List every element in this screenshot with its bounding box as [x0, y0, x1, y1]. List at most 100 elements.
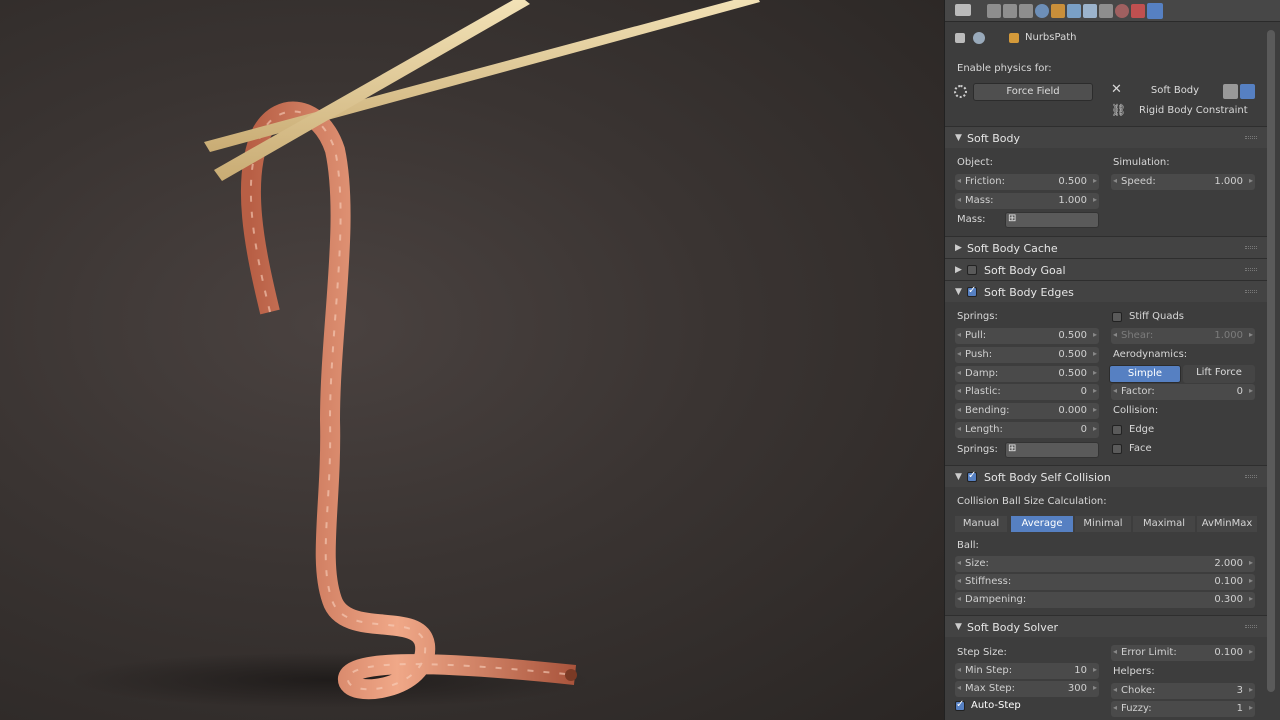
expand-triangle-icon: ▶: [955, 265, 962, 275]
edge-collision-label: Edge: [1129, 424, 1155, 435]
mode-maximal[interactable]: Maximal: [1133, 516, 1195, 532]
drag-grip-icon[interactable]: [1245, 625, 1257, 628]
error-limit-field[interactable]: ◂ Error Limit: 0.100 ▸: [1111, 645, 1255, 661]
mass-vertex-group-field[interactable]: [1005, 212, 1099, 228]
section-title: Soft Body Self Collision: [984, 471, 1111, 484]
section-soft-body[interactable]: ▼ Soft Body: [945, 126, 1267, 148]
curve-object-icon: [1009, 33, 1019, 43]
section-soft-body-edges[interactable]: ▼ Soft Body Edges: [945, 280, 1267, 302]
section-soft-body-goal[interactable]: ▶ Soft Body Goal: [945, 258, 1267, 280]
rigid-body-constraint-button[interactable]: Rigid Body Constraint: [1139, 105, 1248, 117]
drag-grip-icon[interactable]: [1245, 290, 1257, 293]
render-toggle-icon[interactable]: [1223, 84, 1238, 99]
simple-aero-button[interactable]: Simple: [1109, 365, 1181, 383]
lift-force-button[interactable]: Lift Force: [1183, 365, 1255, 383]
link-icon: ⛓: [1111, 103, 1127, 117]
face-collision-label: Face: [1129, 443, 1152, 454]
speed-field[interactable]: ◂ Speed: 1.000 ▸: [1111, 174, 1255, 190]
collision-label: Collision:: [1113, 405, 1159, 416]
section-soft-body-solver[interactable]: ▼ Soft Body Solver: [945, 615, 1267, 637]
mode-average[interactable]: Average: [1011, 516, 1073, 532]
force-field-icon: [954, 85, 967, 98]
aerodynamics-label: Aerodynamics:: [1113, 349, 1188, 360]
drag-grip-icon[interactable]: [1245, 475, 1257, 478]
vertex-group-icon: ⊞: [1008, 213, 1017, 224]
properties-panel: NurbsPath Enable physics for: Force Fiel…: [944, 0, 1280, 720]
texture-tab-icon[interactable]: [1131, 4, 1145, 18]
eye-icon[interactable]: [1240, 84, 1255, 99]
goal-checkbox[interactable]: [967, 265, 977, 275]
max-step-field[interactable]: ◂ Max Step: 300 ▸: [955, 681, 1099, 697]
damp-field[interactable]: ◂ Damp: 0.500 ▸: [955, 366, 1099, 382]
edge-collision-checkbox[interactable]: [1112, 425, 1122, 435]
plastic-field[interactable]: ◂ Plastic: 0 ▸: [955, 384, 1099, 400]
3d-viewport[interactable]: [0, 0, 944, 720]
render-tab-icon[interactable]: [987, 4, 1001, 18]
object-name: NurbsPath: [1025, 32, 1077, 43]
force-field-button[interactable]: Force Field: [973, 83, 1093, 101]
bending-field[interactable]: ◂ Bending: 0.000 ▸: [955, 403, 1099, 419]
stiff-quads-label: Stiff Quads: [1129, 311, 1185, 322]
remove-soft-body-icon[interactable]: ✕: [1111, 83, 1122, 96]
collapse-triangle-icon: ▼: [955, 622, 962, 632]
ball-dampening-field[interactable]: ◂ Dampening: 0.300 ▸: [955, 592, 1255, 608]
panel-scrollbar[interactable]: [1267, 30, 1275, 692]
collapse-triangle-icon: ▼: [955, 472, 962, 482]
mode-manual[interactable]: Manual: [955, 516, 1007, 532]
section-title: Soft Body Solver: [967, 621, 1059, 634]
drag-grip-icon[interactable]: [1245, 246, 1257, 249]
section-title: Soft Body: [967, 132, 1020, 145]
data-tab-icon[interactable]: [1099, 4, 1113, 18]
factor-field[interactable]: ◂ Factor: 0 ▸: [1111, 384, 1255, 400]
self-collision-checkbox[interactable]: [967, 470, 977, 482]
object-tab-icon[interactable]: [1051, 4, 1065, 18]
ball-size-calc-label: Collision Ball Size Calculation:: [957, 496, 1107, 507]
springs-label: Springs:: [957, 311, 998, 322]
springs-vertex-group-field[interactable]: [1005, 442, 1099, 458]
edges-checkbox[interactable]: [967, 285, 977, 297]
fuzzy-field[interactable]: ◂ Fuzzy: 1 ▸: [1111, 701, 1255, 717]
min-step-field[interactable]: ◂ Min Step: 10 ▸: [955, 663, 1099, 679]
simulation-label: Simulation:: [1113, 157, 1170, 168]
physics-tab-icon[interactable]: [1147, 3, 1163, 19]
ball-size-field[interactable]: ◂ Size: 2.000 ▸: [955, 556, 1255, 572]
render-layers-tab-icon[interactable]: [1003, 4, 1017, 18]
collapse-triangle-icon: ▼: [955, 287, 962, 297]
enable-physics-label: Enable physics for:: [957, 63, 1052, 74]
section-title: Soft Body Edges: [984, 286, 1074, 299]
drag-grip-icon[interactable]: [1245, 136, 1257, 139]
vertex-group-icon: ⊞: [1008, 443, 1017, 454]
expand-triangle-icon: ▶: [955, 243, 962, 253]
mass-field[interactable]: ◂ Mass: 1.000 ▸: [955, 193, 1099, 209]
mode-minimal[interactable]: Minimal: [1075, 516, 1131, 532]
constraints-tab-icon[interactable]: [1067, 4, 1081, 18]
modifiers-tab-icon[interactable]: [1083, 4, 1097, 18]
choke-field[interactable]: ◂ Choke: 3 ▸: [1111, 683, 1255, 699]
pin-icon[interactable]: [955, 33, 965, 43]
object-label: Object:: [957, 157, 993, 168]
shear-field: ◂ Shear: 1.000 ▸: [1111, 328, 1255, 344]
render-scene: [70, 0, 760, 708]
scene-tab-icon[interactable]: [1019, 4, 1033, 18]
properties-header: [945, 0, 1280, 22]
section-soft-body-self-collision[interactable]: ▼ Soft Body Self Collision: [945, 465, 1267, 487]
scene-context-icon[interactable]: [973, 32, 985, 44]
mode-avminmax[interactable]: AvMinMax: [1197, 516, 1257, 532]
auto-step-checkbox[interactable]: [955, 699, 965, 711]
section-title: Soft Body Goal: [984, 264, 1066, 277]
editor-type-icon[interactable]: [955, 4, 971, 16]
friction-field[interactable]: ◂ Friction: 0.500 ▸: [955, 174, 1099, 190]
drag-grip-icon[interactable]: [1245, 268, 1257, 271]
helpers-label: Helpers:: [1113, 666, 1155, 677]
pull-field[interactable]: ◂ Pull: 0.500 ▸: [955, 328, 1099, 344]
stiff-quads-checkbox[interactable]: [1112, 312, 1122, 322]
soft-body-button[interactable]: Soft Body: [1127, 83, 1223, 101]
material-tab-icon[interactable]: [1115, 4, 1129, 18]
length-field[interactable]: ◂ Length: 0 ▸: [955, 422, 1099, 438]
section-soft-body-cache[interactable]: ▶ Soft Body Cache: [945, 236, 1267, 258]
face-collision-checkbox[interactable]: [1112, 444, 1122, 454]
push-field[interactable]: ◂ Push: 0.500 ▸: [955, 347, 1099, 363]
section-title: Soft Body Cache: [967, 242, 1058, 255]
world-tab-icon[interactable]: [1035, 4, 1049, 18]
ball-stiffness-field[interactable]: ◂ Stiffness: 0.100 ▸: [955, 574, 1255, 590]
